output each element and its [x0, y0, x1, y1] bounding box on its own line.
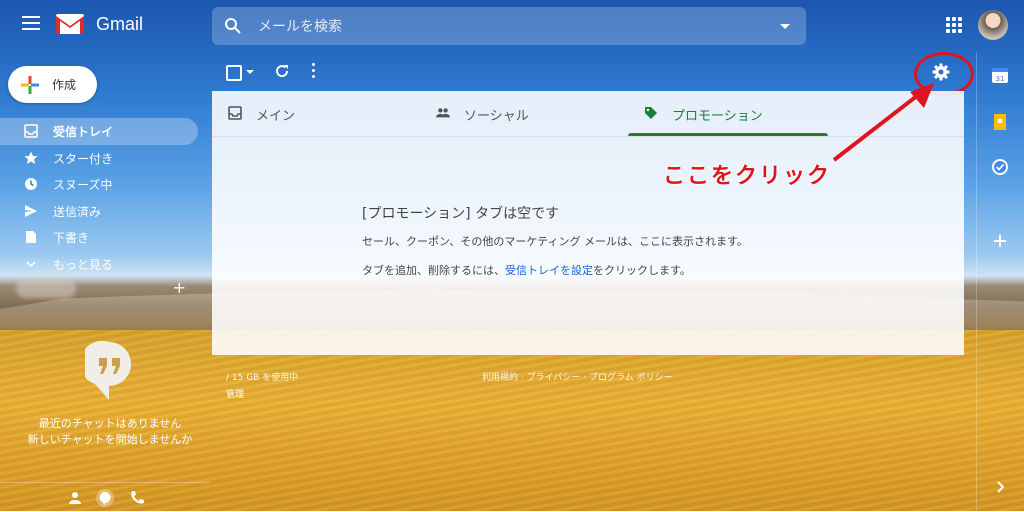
select-options-caret-icon[interactable]	[246, 70, 254, 74]
tab-label: プロモーション	[672, 109, 763, 124]
search-input[interactable]	[256, 15, 760, 39]
keep-icon[interactable]	[991, 113, 1009, 131]
hangouts-chat-icon[interactable]	[96, 489, 114, 507]
gmail-logo-icon[interactable]	[55, 12, 85, 36]
sidebar-item-sent[interactable]: 送信済み	[0, 198, 198, 225]
add-addon-plus-icon[interactable]	[991, 232, 1009, 250]
instructions-prefix: タブを追加、削除するには、	[362, 264, 505, 277]
clock-icon	[25, 178, 37, 190]
instructions-suffix: をクリックします。	[593, 264, 691, 277]
footer-links: 利用規約 · プライバシー · プログラム ポリシー	[482, 373, 673, 383]
storage-manage-link[interactable]: 管理	[226, 387, 244, 400]
sidebar-item-label: 下書き	[53, 231, 90, 245]
inbox-icon	[228, 106, 242, 120]
search-bar[interactable]	[212, 7, 806, 45]
refresh-icon[interactable]	[274, 63, 290, 79]
sidebar-item-label: スヌーズ中	[53, 178, 113, 192]
phone-icon[interactable]	[128, 489, 146, 507]
tab-label: メイン	[256, 109, 296, 124]
sidebar-item-label: 送信済み	[53, 204, 102, 219]
chevron-right-icon[interactable]	[991, 478, 1009, 496]
calendar-icon[interactable]: 31	[991, 66, 1009, 84]
draft-icon	[26, 231, 36, 243]
account-avatar[interactable]	[978, 10, 1008, 40]
search-options-caret-icon[interactable]	[780, 24, 790, 29]
sidebar-item-label: スター付き	[53, 151, 114, 166]
chat-empty-line1: 最近のチャットはありません	[38, 417, 182, 430]
tab-primary[interactable]: メイン	[212, 91, 420, 136]
empty-tab-instructions: タブを追加、削除するには、受信トレイを設定をクリックします。	[362, 262, 691, 278]
chat-tab-bar	[0, 482, 210, 512]
people-icon	[436, 108, 450, 118]
compose-button[interactable]: 作成	[8, 66, 97, 103]
sidebar-item-snoozed[interactable]: スヌーズ中	[0, 171, 198, 198]
more-options-icon[interactable]	[312, 63, 316, 79]
new-chat-plus-icon[interactable]: +	[173, 278, 186, 297]
search-icon[interactable]	[224, 17, 242, 35]
app-brand[interactable]: Gmail	[96, 14, 143, 35]
hangouts-account-avatar[interactable]	[16, 278, 76, 298]
star-icon	[24, 151, 38, 164]
hangouts-account-row: +	[16, 278, 196, 302]
tab-social[interactable]: ソーシャル	[420, 91, 628, 136]
sidebar-item-label: もっと見る	[53, 257, 114, 272]
terms-link[interactable]: 利用規約	[482, 373, 518, 383]
privacy-link[interactable]: プライバシー	[527, 373, 581, 383]
tab-promotions[interactable]: プロモーション	[628, 91, 828, 136]
tab-label: ソーシャル	[464, 109, 529, 124]
person-icon[interactable]	[66, 489, 84, 507]
top-bar: Gmail	[0, 0, 1024, 52]
annotation-click-here: ここをクリック	[663, 164, 832, 189]
compose-plus-icon	[21, 76, 39, 94]
select-all-checkbox[interactable]	[226, 65, 242, 81]
hamburger-menu-icon[interactable]	[22, 16, 40, 30]
sidebar-item-label: 受信トレイ	[53, 125, 114, 139]
sidebar-item-drafts[interactable]: 下書き	[0, 224, 198, 251]
chat-empty-line2: 新しいチャットを開始しませんか	[27, 433, 193, 446]
empty-tab-title: [プロモーション] タブは空です	[362, 206, 560, 222]
svg-text:31: 31	[996, 75, 1005, 83]
hangouts-logo-icon	[85, 340, 131, 400]
apps-grid-icon[interactable]	[946, 17, 962, 33]
tag-icon	[645, 107, 657, 119]
program-policy-link[interactable]: プログラム ポリシー	[589, 373, 673, 383]
sidebar-item-inbox[interactable]: 受信トレイ	[0, 118, 198, 145]
chevron-down-icon	[26, 260, 36, 267]
annotation-arrow-icon	[832, 83, 934, 162]
storage-usage-text: / 15 GB を使用中	[226, 373, 299, 383]
side-panel: 31	[976, 52, 1024, 511]
empty-tab-description: セール、クーポン、その他のマーケティング メールは、ここに表示されます。	[362, 235, 748, 248]
inbox-settings-link[interactable]: 受信トレイを設定	[505, 264, 593, 277]
compose-label: 作成	[52, 78, 77, 92]
sidebar-nav: 受信トレイ スター付き スヌーズ中 送信済み 下書き もっと見る	[0, 118, 200, 277]
inbox-icon	[24, 124, 38, 138]
send-icon	[25, 204, 37, 217]
sidebar-item-starred[interactable]: スター付き	[0, 145, 198, 172]
sidebar-item-more[interactable]: もっと見る	[0, 251, 198, 278]
tasks-icon[interactable]	[991, 158, 1009, 176]
chat-empty-message: 最近のチャットはありません 新しいチャットを開始しませんか	[0, 416, 220, 448]
